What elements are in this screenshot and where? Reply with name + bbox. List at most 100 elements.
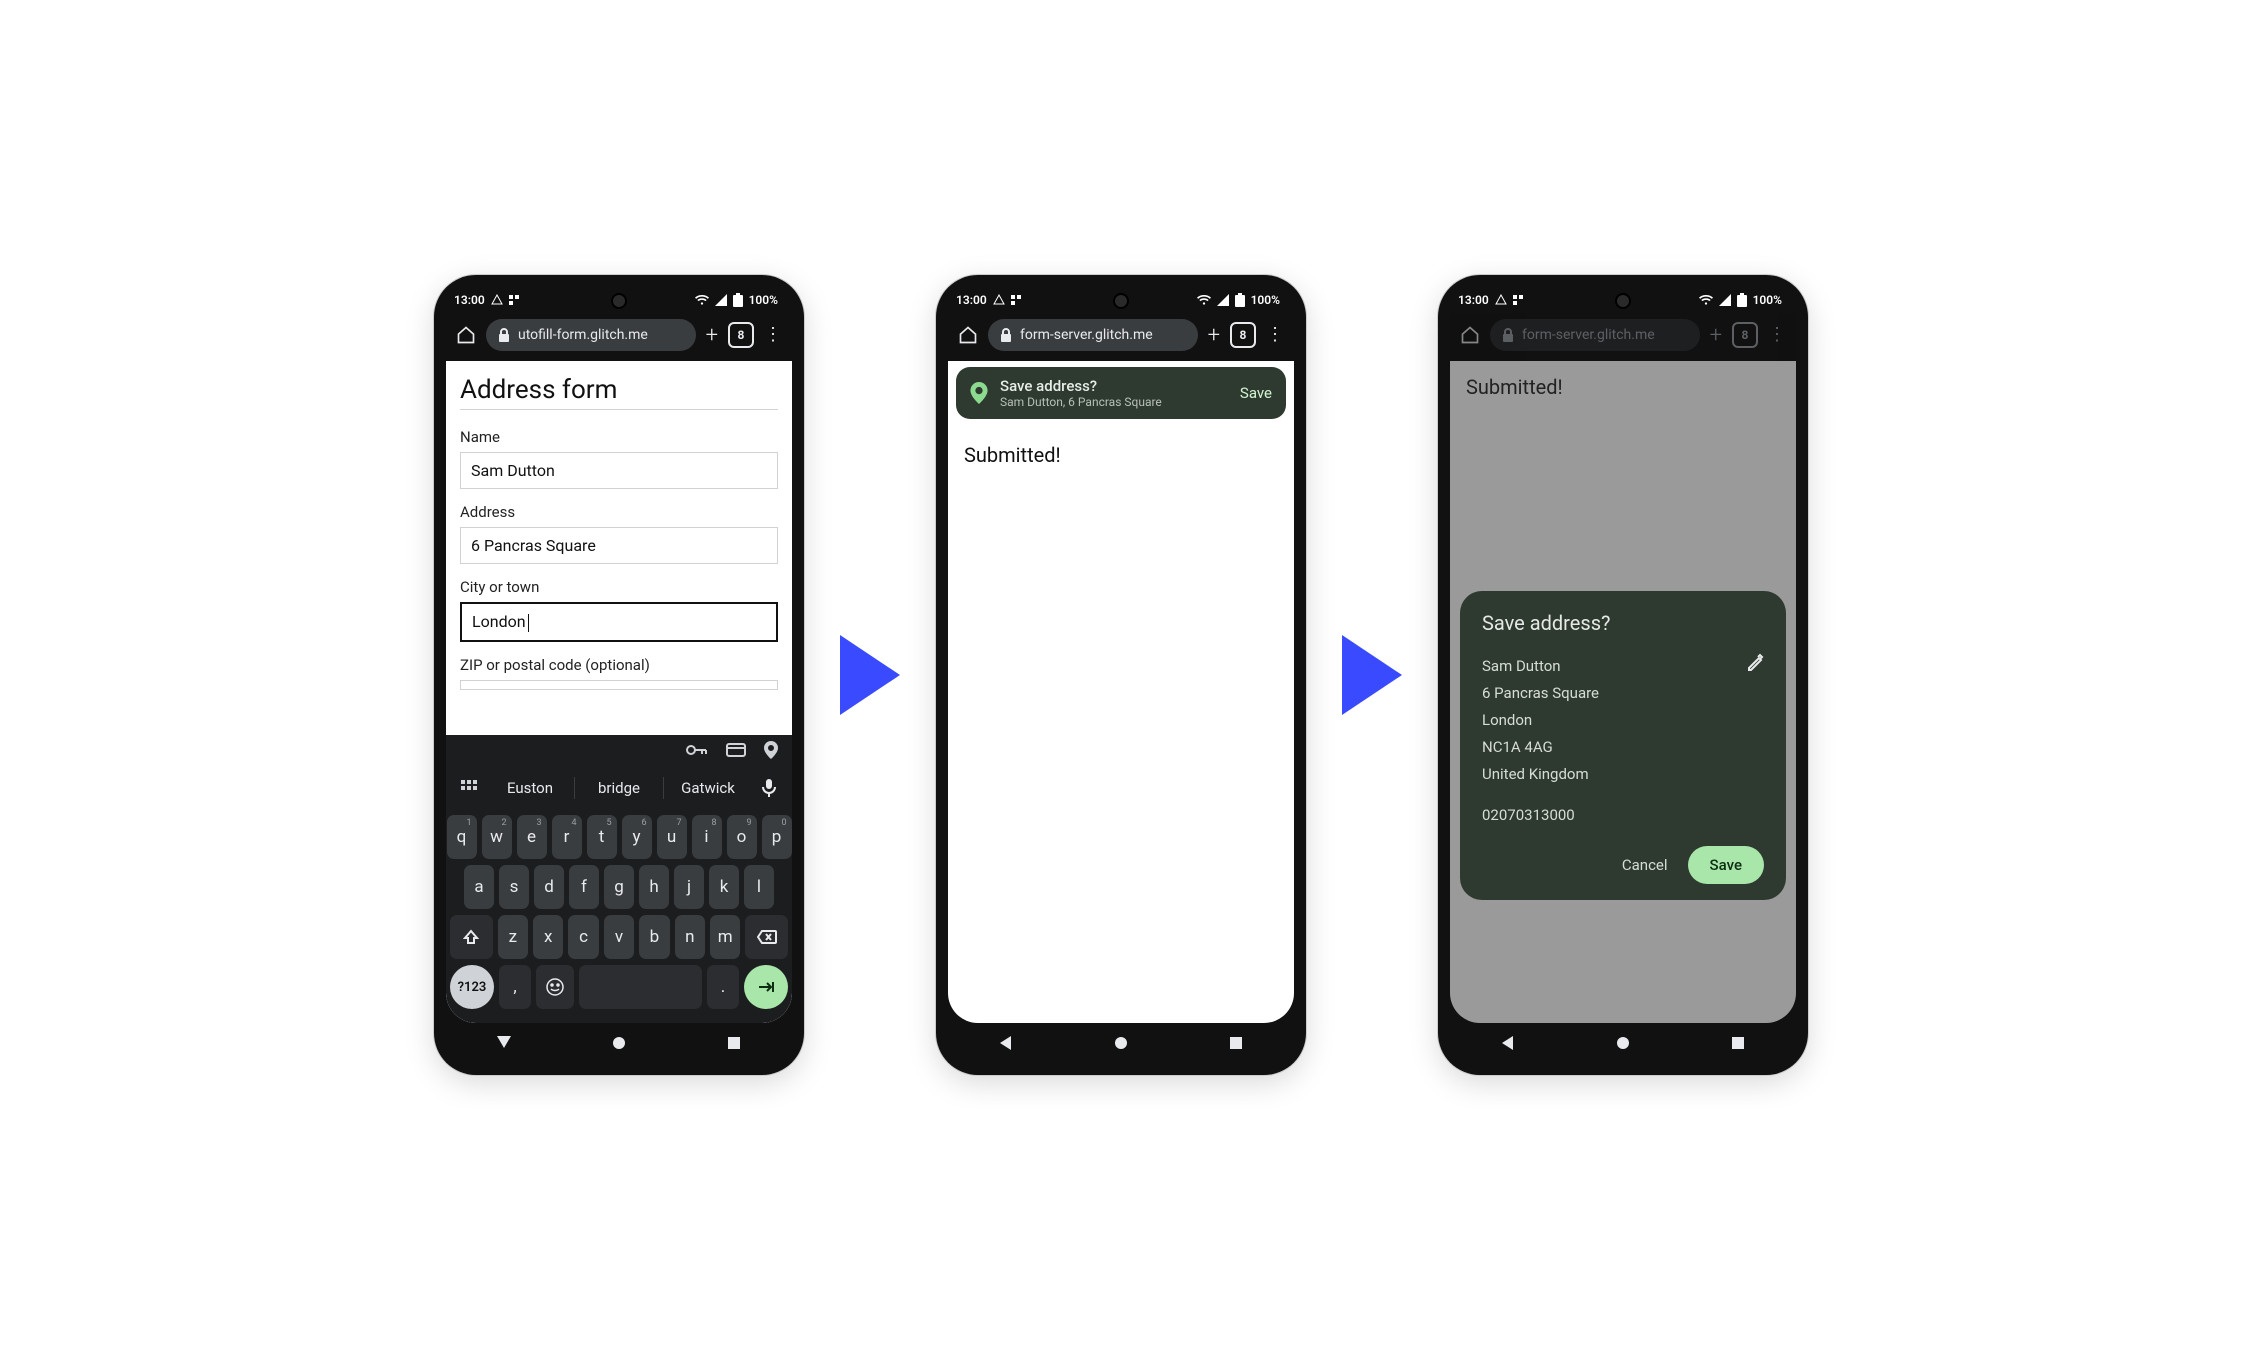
key-h[interactable]: h bbox=[639, 865, 669, 909]
menu-icon[interactable]: ⋮ bbox=[764, 326, 782, 344]
signal-icon bbox=[1719, 294, 1731, 306]
omnibox[interactable]: utofill-form.glitch.me bbox=[486, 319, 696, 351]
widget-icon bbox=[1513, 295, 1523, 305]
payment-icon[interactable] bbox=[726, 741, 746, 759]
city-label: City or town bbox=[460, 578, 778, 596]
url-text: utofill-form.glitch.me bbox=[518, 327, 648, 343]
enter-key[interactable] bbox=[744, 965, 788, 1009]
suggestion-1[interactable]: Euston bbox=[486, 771, 574, 805]
nav-home-icon[interactable] bbox=[612, 1036, 626, 1050]
notification-icon bbox=[993, 294, 1005, 306]
key-n[interactable]: n bbox=[675, 915, 705, 959]
battery-percent: 100% bbox=[1753, 293, 1782, 307]
edit-icon[interactable] bbox=[1746, 653, 1764, 671]
home-icon[interactable] bbox=[1460, 325, 1480, 345]
arrow-icon bbox=[1342, 635, 1402, 715]
browser-toolbar: form-server.glitch.me + 8 ⋮ bbox=[1450, 313, 1796, 361]
key-v[interactable]: v bbox=[604, 915, 634, 959]
save-button[interactable]: Save bbox=[1688, 846, 1764, 884]
battery-icon bbox=[1737, 293, 1747, 307]
key-z[interactable]: z bbox=[498, 915, 528, 959]
nav-home-icon[interactable] bbox=[1114, 1036, 1128, 1050]
period-key[interactable]: . bbox=[707, 965, 739, 1009]
banner-save-button[interactable]: Save bbox=[1240, 384, 1272, 402]
key-s[interactable]: s bbox=[499, 865, 529, 909]
widget-icon bbox=[1011, 295, 1021, 305]
key-r[interactable]: r4 bbox=[552, 815, 582, 859]
status-time: 13:00 bbox=[454, 293, 485, 307]
browser-toolbar: utofill-form.glitch.me + 8 ⋮ bbox=[446, 313, 792, 361]
key-k[interactable]: k bbox=[709, 865, 739, 909]
address-line: United Kingdom bbox=[1482, 761, 1599, 788]
notification-icon bbox=[1495, 294, 1507, 306]
omnibox[interactable]: form-server.glitch.me bbox=[988, 319, 1198, 351]
backspace-key[interactable] bbox=[745, 915, 788, 959]
mic-icon[interactable] bbox=[752, 771, 786, 805]
omnibox[interactable]: form-server.glitch.me bbox=[1490, 319, 1700, 351]
url-text: form-server.glitch.me bbox=[1522, 327, 1655, 343]
key-y[interactable]: y6 bbox=[622, 815, 652, 859]
text-cursor bbox=[528, 614, 529, 632]
key-t[interactable]: t5 bbox=[587, 815, 617, 859]
location-icon[interactable] bbox=[764, 741, 778, 759]
new-tab-button[interactable]: + bbox=[1208, 323, 1220, 348]
key-f[interactable]: f bbox=[569, 865, 599, 909]
tab-switcher[interactable]: 8 bbox=[728, 322, 754, 348]
save-address-banner[interactable]: Save address? Sam Dutton, 6 Pancras Squa… bbox=[956, 367, 1286, 419]
zip-input[interactable] bbox=[460, 680, 778, 690]
key-l[interactable]: l bbox=[744, 865, 774, 909]
key-m[interactable]: m bbox=[710, 915, 740, 959]
banner-subtitle: Sam Dutton, 6 Pancras Square bbox=[1000, 395, 1228, 409]
key-d[interactable]: d bbox=[534, 865, 564, 909]
new-tab-button[interactable]: + bbox=[1710, 323, 1722, 348]
key-a[interactable]: a bbox=[464, 865, 494, 909]
shift-key[interactable] bbox=[450, 915, 493, 959]
key-w[interactable]: w2 bbox=[482, 815, 512, 859]
menu-icon[interactable]: ⋮ bbox=[1266, 326, 1284, 344]
home-icon[interactable] bbox=[456, 325, 476, 345]
numeric-key[interactable]: ?123 bbox=[450, 965, 494, 1009]
city-input[interactable]: London bbox=[460, 602, 778, 642]
screen: Submitted! Save address? Sam Dutton6 Pan… bbox=[1450, 361, 1796, 1023]
key-x[interactable]: x bbox=[533, 915, 563, 959]
camera-hole bbox=[1113, 293, 1129, 309]
key-i[interactable]: i8 bbox=[692, 815, 722, 859]
password-icon[interactable] bbox=[686, 741, 708, 759]
battery-icon bbox=[1235, 293, 1245, 307]
nav-recents-icon[interactable] bbox=[1731, 1036, 1745, 1050]
system-nav bbox=[948, 1023, 1294, 1063]
address-input[interactable]: 6 Pancras Square bbox=[460, 527, 778, 564]
nav-home-icon[interactable] bbox=[1616, 1036, 1630, 1050]
space-key[interactable] bbox=[579, 965, 702, 1009]
nav-back-icon[interactable] bbox=[1501, 1036, 1515, 1050]
nav-back-icon[interactable] bbox=[497, 1036, 511, 1050]
key-p[interactable]: p0 bbox=[762, 815, 792, 859]
suggestion-3[interactable]: Gatwick bbox=[664, 771, 752, 805]
nav-back-icon[interactable] bbox=[999, 1036, 1013, 1050]
key-o[interactable]: o9 bbox=[727, 815, 757, 859]
suggestion-2[interactable]: bridge bbox=[575, 771, 663, 805]
apps-icon[interactable] bbox=[452, 771, 486, 805]
key-q[interactable]: q1 bbox=[447, 815, 477, 859]
comma-key[interactable]: , bbox=[499, 965, 531, 1009]
menu-icon[interactable]: ⋮ bbox=[1768, 326, 1786, 344]
home-icon[interactable] bbox=[958, 325, 978, 345]
tab-switcher[interactable]: 8 bbox=[1732, 322, 1758, 348]
system-nav bbox=[446, 1023, 792, 1063]
key-u[interactable]: u7 bbox=[657, 815, 687, 859]
key-b[interactable]: b bbox=[639, 915, 669, 959]
new-tab-button[interactable]: + bbox=[706, 323, 718, 348]
emoji-key[interactable] bbox=[536, 965, 574, 1009]
key-g[interactable]: g bbox=[604, 865, 634, 909]
name-input[interactable]: Sam Dutton bbox=[460, 452, 778, 489]
key-c[interactable]: c bbox=[568, 915, 598, 959]
address-line: 6 Pancras Square bbox=[1482, 680, 1599, 707]
divider bbox=[460, 409, 778, 410]
key-j[interactable]: j bbox=[674, 865, 704, 909]
key-e[interactable]: e3 bbox=[517, 815, 547, 859]
nav-recents-icon[interactable] bbox=[727, 1036, 741, 1050]
cancel-button[interactable]: Cancel bbox=[1622, 856, 1668, 874]
screen: Save address? Sam Dutton, 6 Pancras Squa… bbox=[948, 361, 1294, 1023]
nav-recents-icon[interactable] bbox=[1229, 1036, 1243, 1050]
tab-switcher[interactable]: 8 bbox=[1230, 322, 1256, 348]
